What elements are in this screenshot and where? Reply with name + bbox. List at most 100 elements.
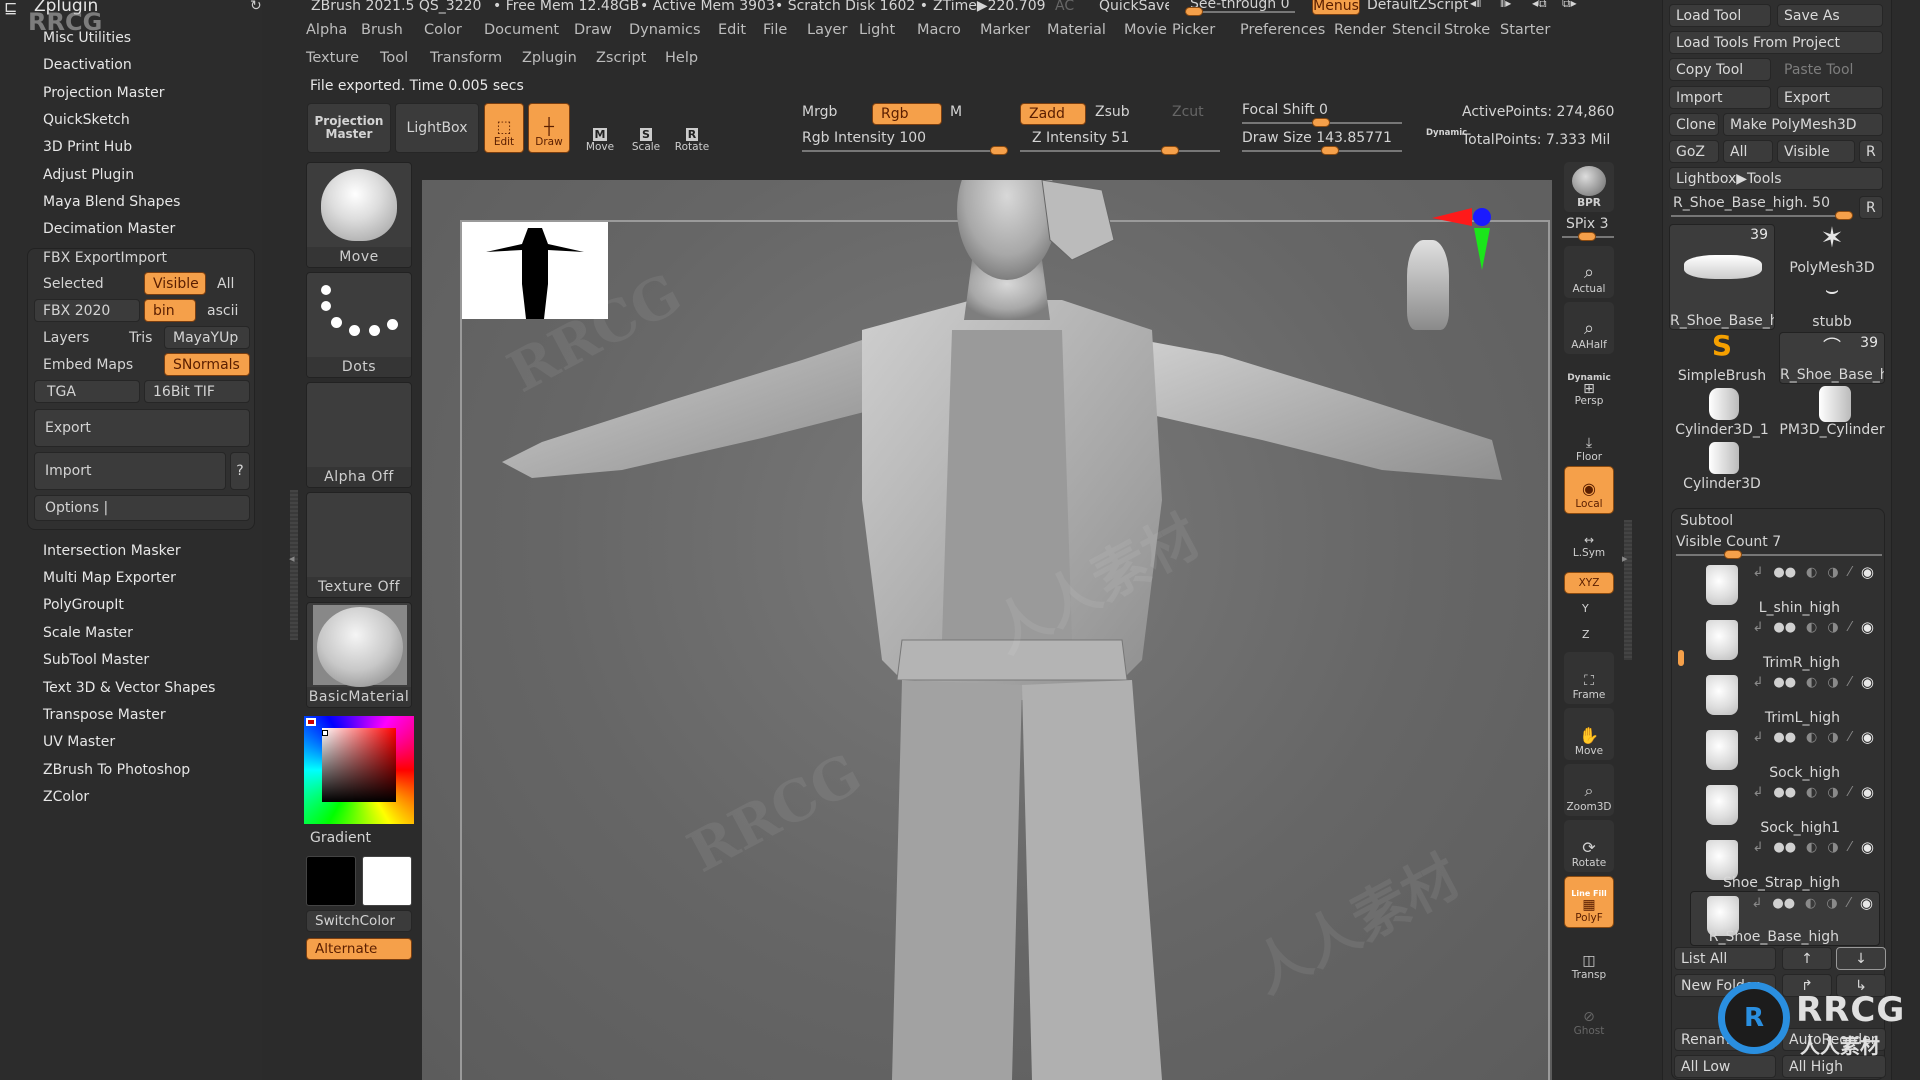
goz-r-button[interactable]: R: [1859, 140, 1883, 163]
subtool-title[interactable]: Subtool: [1680, 513, 1733, 529]
menu-texture[interactable]: Texture: [306, 50, 359, 66]
visible-count-label[interactable]: Visible Count 7: [1676, 534, 1781, 550]
aahalf-button[interactable]: ⌕ AAHalf: [1564, 302, 1614, 354]
z-rotation-toggle[interactable]: Z: [1582, 628, 1590, 641]
list-all-button[interactable]: List All: [1674, 947, 1776, 970]
rgb-intensity-label[interactable]: Rgb Intensity 100: [802, 130, 926, 146]
visible-count-slider[interactable]: [1676, 554, 1882, 556]
local-button[interactable]: ◉ Local: [1564, 466, 1614, 514]
zsub-toggle[interactable]: Zsub: [1095, 104, 1130, 120]
plugin-item[interactable]: ZColor: [43, 789, 89, 805]
polypaint-icon[interactable]: ●●: [1772, 896, 1795, 911]
fbx-import-button[interactable]: Import: [34, 452, 226, 490]
current-tool-slider[interactable]: [1671, 215, 1849, 217]
solo-icon[interactable]: ◑: [1827, 675, 1838, 690]
lightbox-tools-button[interactable]: Lightbox▶Tools: [1669, 167, 1883, 190]
m-toggle[interactable]: M: [950, 104, 962, 120]
menu-zscript[interactable]: Zscript: [596, 50, 646, 66]
plugin-item[interactable]: ZBrush To Photoshop: [43, 762, 190, 778]
draw-size-knob[interactable]: [1321, 146, 1339, 155]
bpr-button[interactable]: BPR: [1564, 162, 1614, 212]
layout-prev-icon[interactable]: ◂⧉: [1532, 0, 1547, 11]
menu-brush[interactable]: Brush: [361, 22, 403, 38]
eye-icon[interactable]: ◉: [1861, 618, 1874, 636]
subtool-item[interactable]: ↲ ●● ◐ ◑ ⁄ ◉ R_Shoe_Base_high: [1690, 891, 1880, 946]
draw-size-label[interactable]: Draw Size 143.85771: [1242, 130, 1392, 146]
tool-thumb-simplebrush[interactable]: S SimpleBrush: [1669, 332, 1775, 385]
menu-stroke[interactable]: Stroke: [1444, 22, 1490, 38]
brush-edit-icon[interactable]: ⁄: [1849, 565, 1851, 580]
visible-count-knob[interactable]: [1724, 550, 1742, 559]
tool-thumb-r-shoe-base-2[interactable]: ⌒ 39 R_Shoe_Base_h: [1779, 332, 1885, 384]
rotate-mode-button[interactable]: R Rotate: [666, 103, 718, 153]
plugin-item[interactable]: Maya Blend Shapes: [43, 194, 180, 210]
brush-edit-icon[interactable]: ⁄: [1848, 896, 1850, 911]
draw-mode-button[interactable]: ┼ Draw: [528, 103, 570, 153]
plugin-item[interactable]: Intersection Masker: [43, 543, 181, 559]
spix-knob[interactable]: [1578, 232, 1596, 241]
all-button[interactable]: All: [208, 272, 252, 295]
solo-icon[interactable]: ◑: [1827, 785, 1838, 800]
polypaint-icon[interactable]: ●●: [1773, 620, 1796, 635]
menu-picker[interactable]: Picker: [1172, 22, 1215, 38]
eye-icon[interactable]: ◉: [1860, 894, 1873, 912]
document-canvas[interactable]: RRCG 人人素材 RRCG 人人素材: [422, 180, 1552, 1080]
material-icon[interactable]: ◐: [1806, 840, 1817, 855]
make-polymesh3d-button[interactable]: Make PolyMesh3D: [1723, 113, 1883, 136]
lightbox-button[interactable]: LightBox: [395, 103, 479, 153]
plugin-item[interactable]: SubTool Master: [43, 652, 149, 668]
move-mode-button[interactable]: M Move: [574, 103, 626, 153]
arrow-down-left-icon[interactable]: ↲: [1752, 675, 1763, 690]
selected-button[interactable]: Selected: [34, 272, 144, 295]
polyf-button[interactable]: Line Fill ▦ PolyF: [1564, 876, 1614, 928]
eye-icon[interactable]: ◉: [1861, 563, 1874, 581]
color-picker[interactable]: [304, 716, 414, 824]
solo-icon[interactable]: ◑: [1827, 730, 1838, 745]
fbx-export-button[interactable]: Export: [34, 409, 250, 447]
load-tool-button[interactable]: Load Tool: [1669, 4, 1771, 27]
clone-button[interactable]: Clone: [1669, 113, 1719, 136]
tool-thumb-r-shoe-base[interactable]: 39 R_Shoe_Base_h: [1669, 224, 1775, 330]
plugin-item[interactable]: Text 3D & Vector Shapes: [43, 680, 215, 696]
menu-preferences[interactable]: Preferences: [1240, 22, 1325, 38]
fbx-help-button[interactable]: ?: [230, 452, 250, 490]
solo-icon[interactable]: ◑: [1827, 620, 1838, 635]
menu-dynamics[interactable]: Dynamics: [629, 22, 701, 38]
edit-mode-button[interactable]: ⬚ Edit: [484, 103, 524, 153]
menu-starter[interactable]: Starter: [1500, 22, 1550, 38]
tool-thumb-cylinder3d[interactable]: Cylinder3D: [1669, 440, 1775, 492]
goz-visible-button[interactable]: Visible: [1777, 140, 1855, 163]
tray-collapse-arrow-icon[interactable]: ◂: [289, 552, 295, 565]
arrow-down-left-icon[interactable]: ↲: [1752, 565, 1763, 580]
move-up-button[interactable]: ↑: [1782, 947, 1832, 970]
rotate-view-button[interactable]: ⟳ Rotate: [1564, 820, 1614, 872]
material-icon[interactable]: ◐: [1806, 675, 1817, 690]
rgb-intensity-slider[interactable]: [802, 150, 1002, 152]
plugin-item[interactable]: Multi Map Exporter: [43, 570, 176, 586]
solo-icon[interactable]: ◑: [1827, 565, 1838, 580]
material-icon[interactable]: ◐: [1806, 730, 1817, 745]
tool-thumb-polymesh3d[interactable]: ✶ PolyMesh3D: [1779, 224, 1885, 277]
plugin-item[interactable]: Transpose Master: [43, 707, 166, 723]
menu-movie[interactable]: Movie: [1124, 22, 1167, 38]
switch-color-button[interactable]: SwitchColor: [306, 910, 412, 932]
spix-label[interactable]: SPix 3: [1566, 216, 1609, 232]
subtool-item[interactable]: ↲ ●● ◐ ◑ ⁄ ◉ Sock_high: [1690, 726, 1880, 781]
head-orientation-icon[interactable]: [1407, 240, 1449, 330]
menu-zplugin[interactable]: Zplugin: [522, 50, 577, 66]
z-intensity-slider[interactable]: [1020, 150, 1220, 152]
gradient-toggle[interactable]: Gradient: [310, 830, 371, 846]
copy-tool-button[interactable]: Copy Tool: [1669, 58, 1771, 81]
plugin-item[interactable]: Decimation Master: [43, 221, 175, 237]
menu-document[interactable]: Document: [484, 22, 559, 38]
floor-button[interactable]: ⤓ Floor: [1564, 414, 1614, 466]
left-tray-scrollbar[interactable]: [290, 490, 298, 640]
move-view-button[interactable]: ✋ Move: [1564, 708, 1614, 760]
right-tray-collapse-arrow-icon[interactable]: ▸: [1622, 552, 1628, 565]
color-value-marker[interactable]: [322, 730, 328, 736]
frame-button[interactable]: ⛶ Frame: [1564, 652, 1614, 704]
refresh-icon[interactable]: ↻: [250, 0, 262, 14]
arrow-down-left-icon[interactable]: ↲: [1752, 730, 1763, 745]
scale-mode-button[interactable]: S Scale: [620, 103, 672, 153]
subtool-item[interactable]: ↲ ●● ◐ ◑ ⁄ ◉ Sock_high1: [1690, 781, 1880, 836]
